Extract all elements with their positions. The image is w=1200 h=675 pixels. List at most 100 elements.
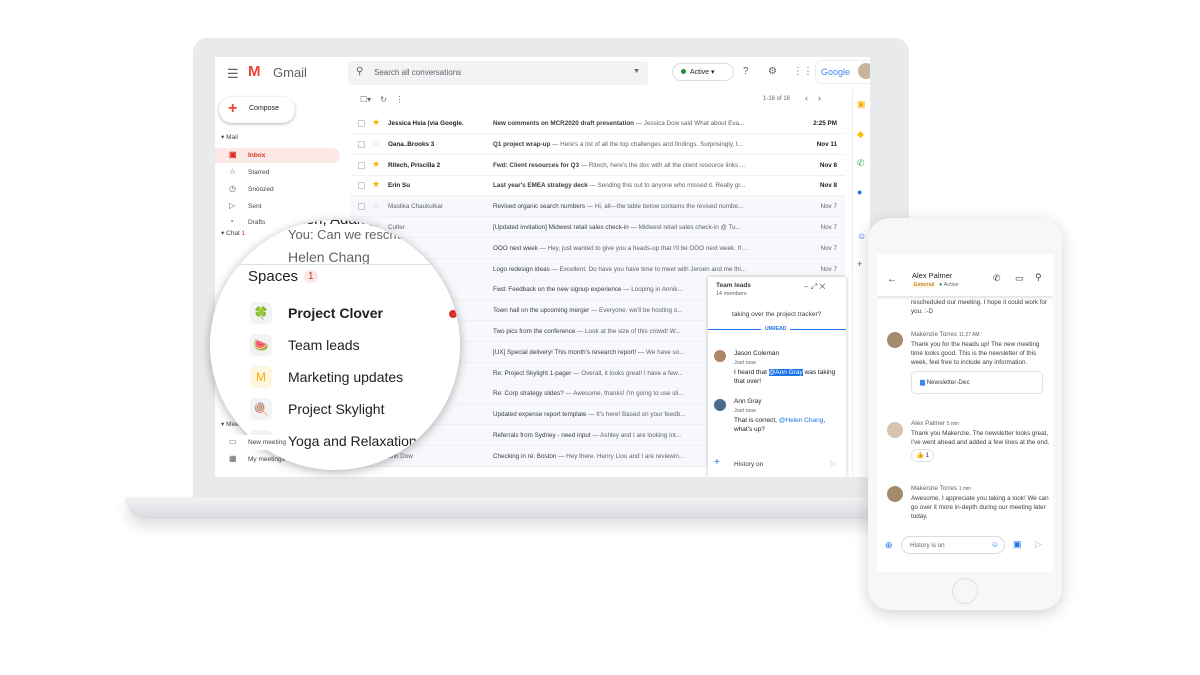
chat-title[interactable]: Team leads bbox=[716, 282, 751, 289]
date: Nov 8 bbox=[819, 182, 837, 190]
calendar-app-icon[interactable]: ▣ bbox=[857, 99, 866, 110]
add-icon[interactable]: + bbox=[714, 457, 720, 468]
mail-section[interactable]: ▾ Mail bbox=[221, 133, 238, 141]
email-row[interactable]: ★ Ritech, Priscilla 2 Fwd: Client resource… bbox=[350, 155, 845, 176]
minimize-icon[interactable]: – bbox=[804, 282, 808, 291]
mention-chip[interactable]: @Ann Gray bbox=[768, 369, 803, 376]
subject: [Updated invitation] Midwest retail sale… bbox=[493, 224, 629, 231]
label: Starred bbox=[248, 169, 270, 176]
popout-icon[interactable]: ⤢ bbox=[811, 282, 817, 291]
chat-message: Jason Coleman Just now I heard that @Ann G… bbox=[734, 349, 842, 386]
gear-icon[interactable]: ⚙ bbox=[768, 66, 777, 77]
app-name: Gmail bbox=[273, 65, 307, 80]
mention-link[interactable]: @Helen Chang bbox=[779, 417, 824, 424]
image-icon[interactable]: ▣ bbox=[1013, 539, 1022, 550]
contacts-icon[interactable]: ☺ bbox=[857, 231, 866, 241]
sidebar-item-new-meeting[interactable]: ▭ New meeting bbox=[215, 435, 290, 450]
email-row[interactable]: ★ Jessica Hsia (via Google. New comments o… bbox=[350, 113, 845, 134]
phone-icon[interactable]: ✆ bbox=[857, 158, 865, 169]
sender-name: Jason Coleman bbox=[734, 350, 780, 357]
dm-preview: You: Can we reschedule t... bbox=[288, 227, 447, 242]
send-icon[interactable]: ▷ bbox=[830, 459, 836, 468]
row-checkbox[interactable] bbox=[358, 120, 365, 127]
contact-name[interactable]: Alex Palmer bbox=[912, 271, 952, 280]
star-icon[interactable]: ☆ bbox=[372, 138, 380, 149]
row-checkbox[interactable] bbox=[358, 182, 365, 190]
row-checkbox[interactable] bbox=[358, 161, 365, 169]
menu-icon[interactable]: ☰ bbox=[227, 66, 239, 82]
message-text: Thank you Makenzie. The newsletter looks… bbox=[911, 430, 1050, 446]
tasks-icon[interactable]: ● bbox=[857, 187, 862, 197]
avatar[interactable] bbox=[858, 63, 870, 79]
add-space-icon[interactable]: + bbox=[443, 262, 456, 288]
subject: New comments on MCR2020 draft presentati… bbox=[493, 120, 635, 127]
star-icon[interactable]: ★ bbox=[372, 159, 380, 170]
add-icon[interactable]: ⊕ bbox=[885, 540, 893, 551]
help-icon[interactable]: ? bbox=[743, 66, 749, 77]
next-page-icon[interactable]: › bbox=[818, 93, 821, 103]
status-dropdown[interactable]: Active ▾ bbox=[672, 63, 734, 81]
reaction-chip[interactable]: 👍 1 bbox=[911, 449, 935, 462]
snippet: — Excellent. Do have you have time to me… bbox=[549, 265, 747, 273]
back-icon[interactable]: ← bbox=[887, 274, 897, 285]
email-row[interactable]: ★ Erin Su Last year's EMEA strategy deck —… bbox=[350, 175, 845, 197]
subject-line: New comments on MCR2020 draft presentati… bbox=[493, 120, 803, 127]
label: Inbox bbox=[248, 152, 266, 159]
date: Nov 7 bbox=[820, 203, 837, 211]
phone-message: Alex Palmer 5 min Thank you Makenzie. The… bbox=[911, 419, 1051, 462]
space-name: Project Clover bbox=[288, 305, 383, 321]
message-input[interactable]: History is on ☺ bbox=[901, 536, 1005, 554]
search-placeholder: Search all conversations bbox=[374, 68, 462, 77]
space-name: Team leads bbox=[288, 337, 360, 353]
message-text: I heard that bbox=[734, 369, 769, 376]
phone-chat-screen: ← Alex Palmer External ● Active ✆ ▭ ⚲ re… bbox=[877, 254, 1053, 572]
phone-message: Makenzie Torres 11:27 AM Thank you for th… bbox=[911, 330, 1051, 394]
keep-icon[interactable]: ◆ bbox=[857, 129, 864, 140]
chat-section[interactable]: ▾ Chat 1 bbox=[221, 229, 245, 237]
subject: Logo redesign ideas bbox=[493, 265, 550, 273]
star-icon[interactable]: ☆ bbox=[372, 200, 380, 211]
active-dot bbox=[681, 69, 686, 74]
draft-icon: ◔ bbox=[229, 217, 234, 226]
search-icon[interactable]: ⚲ bbox=[1035, 272, 1042, 283]
subject-line: Q1 project wrap-up — Here's a list of al… bbox=[493, 141, 803, 148]
sidebar-item-sent[interactable]: ▷ Sent bbox=[215, 199, 340, 214]
email-row[interactable]: ☆ Oana..Brooks 3 Q1 project wrap-up — Here… bbox=[350, 134, 845, 155]
more-icon[interactable]: ⋮ bbox=[396, 95, 404, 104]
call-icon[interactable]: ✆ bbox=[993, 273, 1001, 284]
email-row[interactable]: ☆ Maslika Chaukulkar Revised organic searc… bbox=[350, 196, 845, 218]
gmail-logo-icon[interactable]: M bbox=[248, 63, 261, 80]
close-icon[interactable]: ✕ bbox=[819, 282, 825, 291]
emoji-icon[interactable]: ☺ bbox=[991, 540, 999, 549]
star-icon[interactable]: ★ bbox=[372, 117, 380, 128]
select-checkbox[interactable]: ☐▾ bbox=[360, 95, 371, 104]
search-input[interactable]: ⚲ Search all conversations ▼ bbox=[348, 61, 648, 85]
subject-line: Logo redesign ideas — Excellent. Do have… bbox=[493, 266, 803, 273]
search-options-icon[interactable]: ▼ bbox=[633, 68, 640, 75]
refresh-icon[interactable]: ↻ bbox=[380, 95, 387, 104]
add-addon-icon[interactable]: + bbox=[857, 259, 862, 269]
sidebar-item-snoozed[interactable]: ◷ Snoozed bbox=[215, 182, 340, 197]
snippet: — Looping in Annik... bbox=[621, 286, 683, 294]
message-input[interactable]: History on bbox=[734, 461, 763, 468]
compose-button[interactable]: + Compose bbox=[219, 97, 295, 123]
snippet: — Here's a list of all the top challenge… bbox=[550, 140, 743, 148]
send-icon[interactable]: ▷ bbox=[1035, 539, 1042, 550]
sender-name: Makenzie Torres bbox=[911, 331, 958, 338]
prev-page-icon[interactable]: ‹ bbox=[805, 93, 808, 103]
sender: Maslika Chaukulkar bbox=[388, 203, 443, 211]
sidebar-item-starred[interactable]: ☆ Starred bbox=[215, 165, 340, 180]
row-checkbox[interactable] bbox=[358, 140, 365, 148]
snippet: — Ashley and I are looking int... bbox=[590, 432, 681, 439]
row-checkbox[interactable] bbox=[358, 203, 365, 211]
space-icon: 🍀 bbox=[250, 302, 272, 324]
snippet: — Awesome, thanks! I'm going to use sli.… bbox=[563, 390, 684, 398]
star-icon[interactable]: ★ bbox=[372, 179, 380, 190]
subject-line: Fwd: Client resources for Q3 — Ritech, h… bbox=[493, 162, 803, 169]
attachment-chip[interactable]: ▆ Newsletter-Dec bbox=[911, 371, 1043, 394]
home-button[interactable] bbox=[952, 578, 978, 604]
sidebar-item-inbox[interactable]: ▣ Inbox bbox=[215, 148, 340, 163]
chat-header: Chat bbox=[226, 230, 240, 237]
apps-icon[interactable]: ⋮⋮ bbox=[793, 66, 813, 77]
video-icon[interactable]: ▭ bbox=[1015, 273, 1024, 284]
